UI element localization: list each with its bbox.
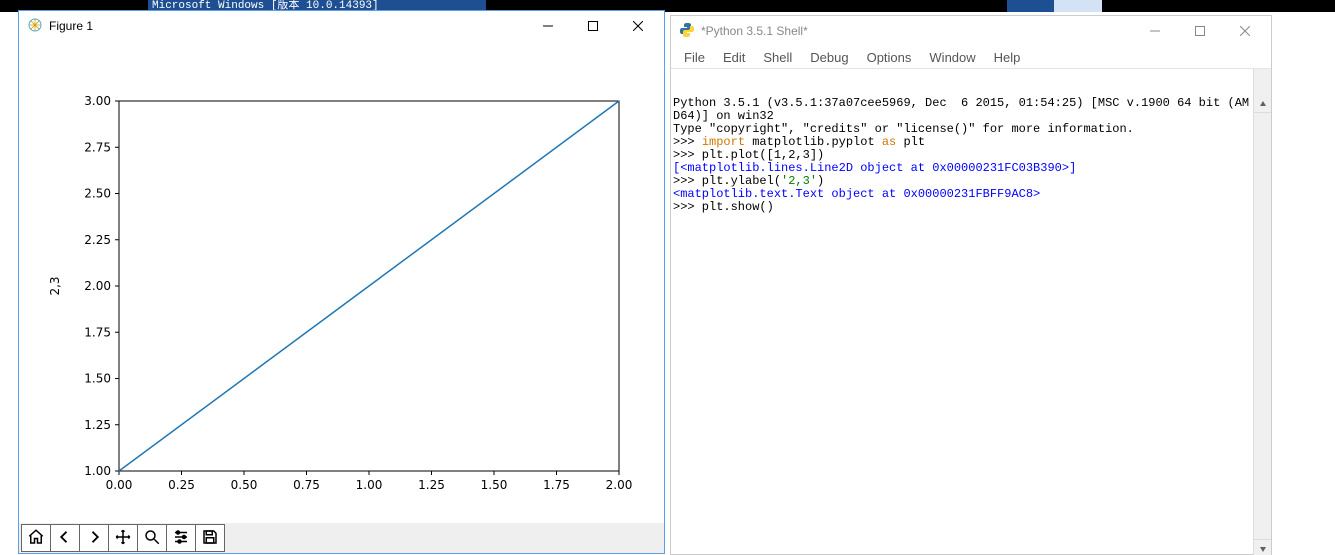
shell-window: *Python 3.5.1 Shell* FileEditShellDebugO…: [670, 15, 1272, 555]
x-tick-label: 1.75: [543, 478, 570, 492]
y-tick-label: 1.25: [84, 418, 111, 432]
x-tick-label: 0.25: [168, 478, 195, 492]
taskbar-tab-light[interactable]: [1054, 0, 1102, 12]
x-tick-label: 0.75: [293, 478, 320, 492]
menu-item-file[interactable]: File: [675, 48, 714, 67]
close-button[interactable]: [615, 12, 660, 40]
figure-title: Figure 1: [49, 19, 93, 33]
menu-item-help[interactable]: Help: [985, 48, 1030, 67]
configure-button[interactable]: [167, 524, 196, 552]
back-icon: [56, 528, 74, 549]
scroll-down-button[interactable]: [1254, 539, 1271, 555]
y-tick-label: 1.75: [84, 325, 111, 339]
x-tick-label: 0.00: [106, 478, 133, 492]
scroll-up-button[interactable]: [1254, 95, 1271, 113]
figure-titlebar[interactable]: Figure 1: [19, 11, 664, 41]
menu-item-debug[interactable]: Debug: [801, 48, 857, 67]
menu-item-shell[interactable]: Shell: [754, 48, 801, 67]
x-tick-label: 1.25: [418, 478, 445, 492]
x-tick-label: 2.00: [606, 478, 633, 492]
shell-line: >>> plt.show(): [673, 201, 1269, 214]
figure-window: Figure 1 0.00 0.25 0.50 0.75 1.00 1.25 1.50 1.7…: [18, 10, 665, 554]
save-button[interactable]: [196, 524, 225, 552]
y-tick-label: 2.00: [84, 279, 111, 293]
configure-icon: [172, 528, 190, 549]
menu-item-edit[interactable]: Edit: [714, 48, 754, 67]
forward-button[interactable]: [80, 524, 109, 552]
x-tick-label: 1.00: [356, 478, 383, 492]
y-tick-label: 2.50: [84, 187, 111, 201]
close-button[interactable]: [1222, 17, 1267, 45]
shell-scrollbar[interactable]: [1253, 69, 1271, 555]
minimize-button[interactable]: [1132, 17, 1177, 45]
taskbar-tab-blue[interactable]: [1007, 0, 1061, 12]
zoom-icon: [143, 528, 161, 549]
minimize-button[interactable]: [525, 12, 570, 40]
menu-item-window[interactable]: Window: [920, 48, 984, 67]
y-tick-label: 1.00: [84, 464, 111, 478]
matplotlib-icon: [27, 17, 43, 36]
y-tick-label: 2.75: [84, 140, 111, 154]
forward-icon: [85, 528, 103, 549]
home-button[interactable]: [21, 524, 51, 552]
maximize-button[interactable]: [1177, 17, 1222, 45]
shell-title: *Python 3.5.1 Shell*: [701, 24, 808, 38]
y-tick-label: 2.25: [84, 233, 111, 247]
menu-item-options[interactable]: Options: [858, 48, 921, 67]
x-tick-label: 0.50: [231, 478, 258, 492]
python-icon: [679, 22, 695, 41]
x-tick-label: 1.50: [481, 478, 508, 492]
zoom-button[interactable]: [138, 524, 167, 552]
shell-text-area[interactable]: Python 3.5.1 (v3.5.1:37a07cee5969, Dec 6…: [671, 69, 1271, 555]
shell-menubar: FileEditShellDebugOptionsWindowHelp: [671, 46, 1271, 69]
back-button[interactable]: [51, 524, 80, 552]
pan-icon: [114, 528, 132, 549]
save-icon: [201, 528, 219, 549]
figure-canvas[interactable]: 0.00 0.25 0.50 0.75 1.00 1.25 1.50 1.75 2.00 1.00…: [19, 41, 664, 523]
data-line: [119, 101, 619, 471]
figure-toolbar: [19, 523, 664, 553]
home-icon: [27, 528, 45, 549]
y-axis-label: 2,3: [48, 276, 62, 295]
pan-button[interactable]: [109, 524, 138, 552]
shell-titlebar[interactable]: *Python 3.5.1 Shell*: [671, 16, 1271, 46]
y-tick-label: 3.00: [84, 94, 111, 108]
maximize-button[interactable]: [570, 12, 615, 40]
y-tick-label: 1.50: [84, 372, 111, 386]
